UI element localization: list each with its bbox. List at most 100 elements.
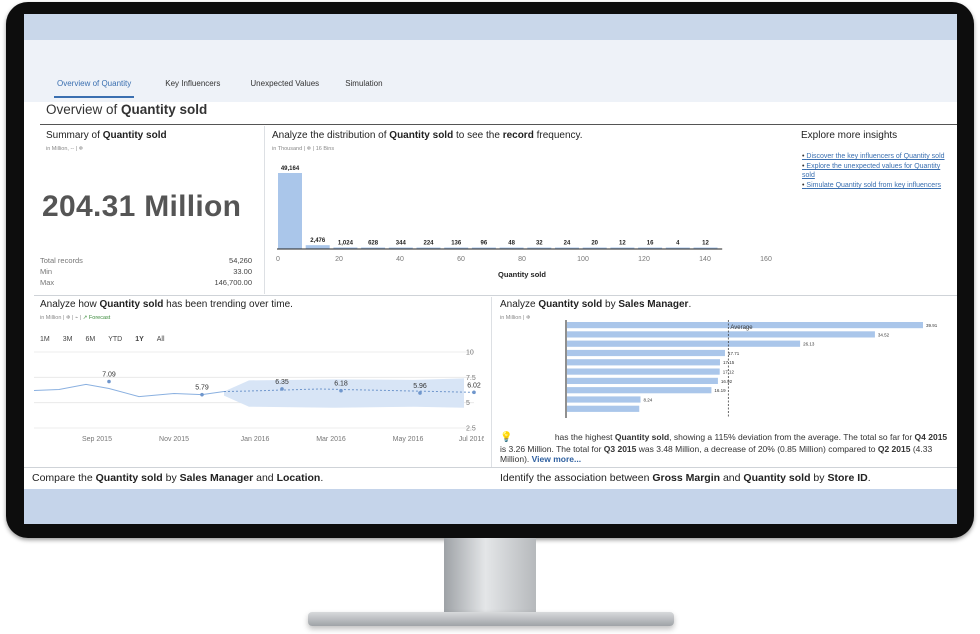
range-ytd[interactable]: YTD xyxy=(108,336,122,343)
tab-bar: Overview of Quantity Key Influencers Une… xyxy=(44,74,396,98)
tab-simulation[interactable]: Simulation xyxy=(332,74,395,98)
bar-value-label: 17.71 xyxy=(728,351,740,356)
bar-value-label: 17.15 xyxy=(723,360,735,365)
explore-title: Explore more insights xyxy=(801,130,898,141)
tab-unexpected-values[interactable]: Unexpected Values xyxy=(237,74,332,98)
x-tick-label: 140 xyxy=(699,256,711,263)
x-tick-label: Jul 2016 xyxy=(459,436,484,443)
range-3m[interactable]: 3M xyxy=(63,336,73,343)
x-tick-label: 100 xyxy=(577,256,589,263)
distribution-title: Analyze the distribution of Quantity sol… xyxy=(272,130,583,141)
bar-value-label: 49,164 xyxy=(281,166,300,172)
bar-value-label: 48 xyxy=(508,241,515,247)
x-tick-label: 120 xyxy=(638,256,650,263)
x-tick-label: 20 xyxy=(335,256,343,263)
data-point-label: 6.18 xyxy=(334,381,348,388)
x-tick-label: 40 xyxy=(396,256,404,263)
x-tick-label: 80 xyxy=(518,256,526,263)
range-1m[interactable]: 1M xyxy=(40,336,50,343)
data-point-label: 6.35 xyxy=(275,379,289,386)
bar-value-label: 344 xyxy=(396,241,407,247)
data-point xyxy=(339,388,343,393)
page-title: Overview of Quantity sold xyxy=(46,102,208,117)
bar-value-label: 136 xyxy=(451,241,462,247)
data-point-label: 6.02 xyxy=(467,382,481,389)
data-point xyxy=(107,379,111,384)
manager-bar xyxy=(567,349,725,357)
x-tick-label: Nov 2015 xyxy=(159,436,189,443)
divider xyxy=(491,297,492,467)
association-title: Identify the association between Gross M… xyxy=(500,472,871,484)
shell-bar xyxy=(24,14,957,40)
divider xyxy=(34,295,957,296)
bar-value-label: 39.91 xyxy=(926,323,938,328)
insight-text: 💡 has the highest Quantity sold, showing… xyxy=(500,432,948,464)
manager-bar xyxy=(567,405,640,412)
divider xyxy=(40,124,957,125)
bar-value-label: 26.13 xyxy=(803,342,815,347)
distribution-subtitle: in Thousand | ❄ | 16 Bins xyxy=(272,146,335,152)
monitor-stand-base xyxy=(308,612,674,626)
y-tick-label: 5 xyxy=(466,400,470,407)
summary-title: Summary of Quantity sold xyxy=(46,130,167,141)
stat-min: Min 33.00 xyxy=(40,267,252,276)
link-simulate[interactable]: Simulate Quantity sold from key influenc… xyxy=(802,181,952,190)
link-unexpected-values[interactable]: Explore the unexpected values for Quanti… xyxy=(802,162,952,180)
x-tick-label: Sep 2015 xyxy=(82,436,112,443)
manager-bar xyxy=(567,340,801,347)
y-tick-label: 10 xyxy=(466,350,474,357)
manager-bar xyxy=(567,368,720,375)
bar-value-label: 628 xyxy=(368,241,379,247)
divider xyxy=(24,467,957,468)
tab-overview[interactable]: Overview of Quantity xyxy=(44,74,144,98)
y-tick-label: 7.5 xyxy=(466,375,476,382)
manager-bar xyxy=(567,396,641,403)
histogram-bar xyxy=(305,245,330,249)
manager-bar xyxy=(567,359,720,366)
x-tick-label: Mar 2016 xyxy=(316,436,346,443)
histogram-chart: 49,164 2,476 1,024 628 344 224 136 96 48 32 24 20 12… xyxy=(276,166,772,279)
explore-links: Discover the key influencers of Quantity… xyxy=(802,152,952,191)
manager-bar xyxy=(567,331,875,338)
x-tick-label: 0 xyxy=(276,256,280,263)
manager-subtitle: in Million | ❄ xyxy=(500,315,531,321)
footer-band xyxy=(24,489,957,524)
sales-manager-bar-chart: 39.9134.5226.1317.7117.1517.1216.9216.19… xyxy=(565,320,938,418)
bar-value-label: 32 xyxy=(536,241,543,247)
bar-value-label: 16 xyxy=(647,241,654,247)
histogram-bar xyxy=(278,173,302,249)
compare-title: Compare the Quantity sold by Sales Manag… xyxy=(32,472,324,484)
app-screen: Overview of Quantity Key Influencers Une… xyxy=(24,14,957,524)
stat-total-records: Total records 54,260 xyxy=(40,256,252,265)
bar-value-label: 20 xyxy=(591,241,598,247)
y-tick-label: 2.5 xyxy=(466,426,476,433)
bar-value-label: 16.19 xyxy=(714,388,726,393)
manager-bar xyxy=(567,377,718,384)
trend-title: Analyze how Quantity sold has been trend… xyxy=(40,299,293,310)
bar-value-label: 4 xyxy=(676,241,680,247)
bar-value-label: 24 xyxy=(564,241,571,247)
monitor-stand xyxy=(444,538,536,616)
stat-max: Max 146,700.00 xyxy=(40,278,252,287)
x-tick-label: May 2016 xyxy=(393,436,424,443)
data-point xyxy=(200,392,204,397)
bar-value-label: 16.92 xyxy=(721,379,733,384)
bar-value-label: 12 xyxy=(619,241,626,247)
lightbulb-icon: 💡 xyxy=(500,432,513,443)
view-more-link[interactable]: View more... xyxy=(532,454,581,464)
range-all[interactable]: All xyxy=(157,336,165,343)
link-key-influencers[interactable]: Discover the key influencers of Quantity… xyxy=(802,152,952,161)
x-tick-label: 60 xyxy=(457,256,465,263)
data-point xyxy=(418,391,422,395)
total-value: 204.31 Million xyxy=(42,190,242,223)
bar-value-label: 96 xyxy=(481,241,488,247)
data-point-label: 5.79 xyxy=(195,385,209,392)
bar-value-label: 2,476 xyxy=(310,238,326,244)
range-1y[interactable]: 1Y xyxy=(135,336,144,343)
data-point-label: 5.96 xyxy=(413,383,427,390)
bar-value-label: 8.24 xyxy=(644,397,653,402)
data-point-label: 7.09 xyxy=(102,371,116,378)
bar-value-label: 34.52 xyxy=(878,332,890,337)
range-6m[interactable]: 6M xyxy=(85,336,95,343)
tab-key-influencers[interactable]: Key Influencers xyxy=(152,74,233,98)
